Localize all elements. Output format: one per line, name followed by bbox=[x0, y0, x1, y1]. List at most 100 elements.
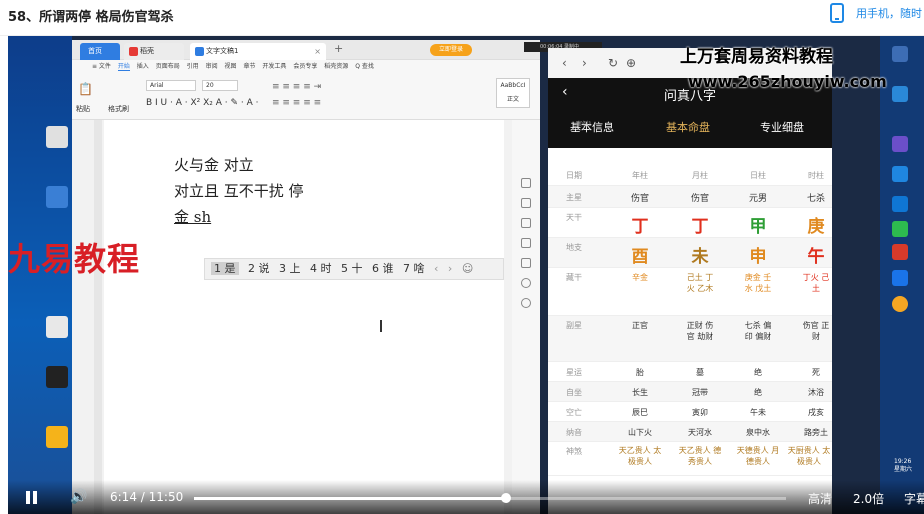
ime-candidate[interactable]: 1 是 bbox=[211, 262, 239, 275]
tab-pro-chart[interactable]: 专业细盘 bbox=[760, 119, 804, 135]
ime-next-icon[interactable]: › bbox=[448, 262, 452, 275]
desktop-icon[interactable] bbox=[892, 166, 908, 182]
menu-review[interactable]: 审阅 bbox=[206, 63, 218, 70]
globe-icon[interactable]: ⊕ bbox=[626, 56, 636, 70]
pause-icon[interactable] bbox=[26, 491, 38, 504]
nav-forward-icon[interactable]: › bbox=[582, 56, 587, 70]
table-cell: 冠带 bbox=[692, 388, 708, 397]
menu-find[interactable]: Q 查找 bbox=[355, 63, 374, 70]
row-label: 藏干 bbox=[566, 273, 582, 282]
player-controls: 🔊 6:14 / 11:50 高清 2.0倍 字幕 bbox=[8, 480, 924, 514]
new-tab-button[interactable]: + bbox=[334, 42, 343, 55]
desktop-icon[interactable] bbox=[892, 296, 908, 312]
wps-menu: ≡ 文件 开始 插入 页面布局 引用 审阅 视图 章节 开发工具 会员专享 稻壳… bbox=[72, 60, 540, 74]
menu-devtools[interactable]: 开发工具 bbox=[262, 63, 286, 70]
tool-icon[interactable] bbox=[521, 178, 531, 188]
ime-candidate[interactable]: 7 啥 bbox=[403, 262, 425, 275]
tool-icon[interactable] bbox=[521, 258, 531, 268]
bazi-table: 日期 年柱 月柱 日柱 时柱 主星 伤官 伤官 元男 七杀 天干 丁 丁 甲 庚 bbox=[548, 164, 832, 476]
menu-member[interactable]: 会员专享 bbox=[293, 63, 317, 70]
volume-icon[interactable]: 🔊 bbox=[70, 489, 87, 505]
hidden-stem-cell: 己土 丁火 乙木 bbox=[686, 273, 714, 293]
smile-icon[interactable]: ☺ bbox=[462, 262, 473, 275]
progress-knob[interactable] bbox=[500, 493, 511, 503]
ime-candidate[interactable]: 6 谁 bbox=[372, 262, 394, 275]
menu-view[interactable]: 视图 bbox=[225, 63, 237, 70]
menu-layout[interactable]: 页面布局 bbox=[156, 63, 180, 70]
login-button[interactable]: 立即登录 bbox=[430, 44, 472, 56]
tool-icon[interactable] bbox=[521, 278, 531, 288]
tab-basic-chart[interactable]: 基本命盘 bbox=[666, 119, 710, 135]
table-cell: 辰巳 bbox=[632, 408, 648, 417]
desktop-icon[interactable] bbox=[46, 316, 68, 338]
ime-candidate[interactable]: 5 十 bbox=[341, 262, 363, 275]
style-preview: AaBbCcI bbox=[500, 82, 526, 89]
format-buttons[interactable]: B I U · A · X² X₂ A · ✎ · A · bbox=[146, 98, 258, 108]
desktop-icon[interactable] bbox=[892, 221, 908, 237]
menu-file[interactable]: ≡ 文件 bbox=[92, 63, 111, 70]
video-player[interactable]: 首页 稻壳 文字文稿1 × + 立即登录 ≡ 文件 开始 插入 页面布局 引用 … bbox=[8, 36, 924, 514]
table-row: 神煞 天乙贵人 太极贵人 天乙贵人 德秀贵人 天德贵人 月德贵人 天厨贵人 太极… bbox=[548, 442, 832, 476]
ime-candidate[interactable]: 2 说 bbox=[248, 262, 270, 275]
paste-icon[interactable]: 📋 bbox=[78, 82, 93, 96]
branch-cell: 未 bbox=[691, 247, 709, 267]
menu-insert[interactable]: 插入 bbox=[137, 63, 149, 70]
table-cell: 沐浴 bbox=[808, 388, 824, 397]
subtitle-button[interactable]: 字幕 bbox=[904, 490, 924, 507]
table-cell: 午未 bbox=[750, 408, 766, 417]
nav-back-icon[interactable]: ‹ bbox=[562, 56, 567, 70]
paragraph-icon[interactable]: ≡ ≡ ≡ ≡ ⇥ bbox=[272, 82, 321, 92]
desktop-icon[interactable] bbox=[892, 46, 908, 62]
quality-button[interactable]: 高清 bbox=[808, 490, 832, 507]
table-cell: 时柱 bbox=[808, 171, 824, 180]
table-cell: 七杀 bbox=[806, 194, 825, 204]
table-cell: 戌亥 bbox=[808, 408, 824, 417]
format-painter-button[interactable]: 格式刷 bbox=[108, 104, 129, 114]
desktop-icon[interactable] bbox=[892, 270, 908, 286]
desktop-icon[interactable] bbox=[46, 126, 68, 148]
tab-home[interactable]: 首页 bbox=[80, 43, 120, 60]
desktop-icon[interactable] bbox=[892, 196, 908, 212]
ime-candidate-bar: 1 是 2 说 3 上 4 时 5 十 6 谁 7 啥 ‹ › ☺ bbox=[204, 258, 504, 280]
tab-document[interactable]: 文字文稿1 × bbox=[190, 43, 326, 60]
desktop-icon[interactable] bbox=[46, 366, 68, 388]
ime-prev-icon[interactable]: ‹ bbox=[434, 262, 438, 275]
tab-template[interactable]: 稻壳 bbox=[124, 43, 184, 60]
table-cell: 七杀 偏印 偏财 bbox=[744, 321, 772, 341]
ime-candidate[interactable]: 4 时 bbox=[310, 262, 332, 275]
table-cell: 天河水 bbox=[688, 428, 712, 437]
font-select[interactable]: Arial bbox=[146, 80, 196, 91]
tool-icon[interactable] bbox=[521, 298, 531, 308]
table-row: 空亡 辰巳 寅卯 午未 戌亥 bbox=[548, 402, 832, 422]
tool-icon[interactable] bbox=[521, 238, 531, 248]
menu-resources[interactable]: 稻壳资源 bbox=[324, 63, 348, 70]
progress-bar[interactable] bbox=[194, 493, 786, 503]
desktop-icon[interactable] bbox=[46, 426, 68, 448]
table-cell: 墓 bbox=[696, 368, 704, 377]
close-tab-icon[interactable]: × bbox=[314, 43, 321, 60]
menu-reference[interactable]: 引用 bbox=[187, 63, 199, 70]
tool-icon[interactable] bbox=[521, 198, 531, 208]
row-label: 日期 bbox=[566, 171, 582, 180]
time-separator: / bbox=[140, 490, 145, 504]
speed-button[interactable]: 2.0倍 bbox=[853, 490, 884, 507]
table-cell: 寅卯 bbox=[692, 408, 708, 417]
document-page[interactable]: 火与金 对立 对立且 互不干扰 停 金 sh 1 是 2 说 3 上 4 时 5… bbox=[104, 120, 504, 514]
desktop-icon[interactable] bbox=[46, 186, 68, 208]
style-gallery[interactable]: AaBbCcI 正文 bbox=[496, 78, 530, 108]
phone-link[interactable]: 用手机，随时 bbox=[856, 5, 922, 21]
align-icon[interactable]: ≡ ≡ ≡ ≡ ≡ bbox=[272, 98, 321, 108]
ime-candidate[interactable]: 3 上 bbox=[279, 262, 301, 275]
font-size-select[interactable]: 20 bbox=[202, 80, 238, 91]
phone-icon[interactable] bbox=[830, 3, 844, 23]
desktop-icon[interactable] bbox=[892, 244, 908, 260]
menu-start[interactable]: 开始 bbox=[117, 63, 130, 71]
course-title: 58、所谓两停 格局伤官驾杀 bbox=[8, 10, 174, 25]
paste-button[interactable]: 粘贴 bbox=[76, 104, 90, 114]
refresh-icon[interactable]: ↻ bbox=[608, 56, 618, 70]
desktop-icon[interactable] bbox=[892, 136, 908, 152]
desktop-icon[interactable] bbox=[892, 86, 908, 102]
template-icon bbox=[129, 47, 138, 56]
tool-icon[interactable] bbox=[521, 218, 531, 228]
menu-section[interactable]: 章节 bbox=[243, 63, 255, 70]
